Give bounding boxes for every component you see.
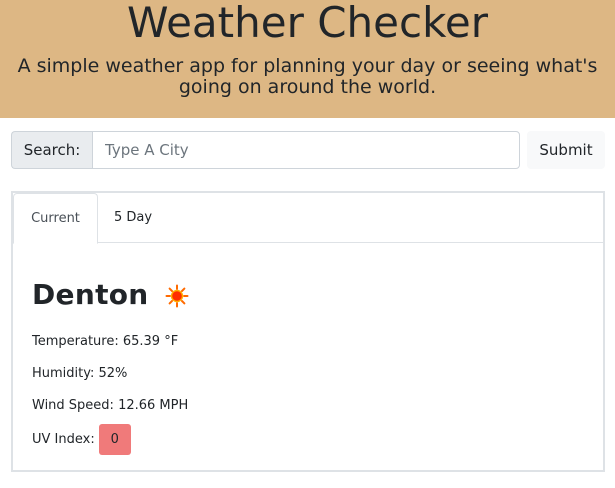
city-name: Denton [32,277,149,311]
uv-index-badge: 0 [98,423,131,455]
current-weather-heading: Denton [32,277,189,311]
app-header: Weather Checker A simple weather app for… [0,0,615,118]
temperature-text: Temperature: 65.39 °F [32,334,179,349]
submit-button[interactable]: Submit [527,131,605,169]
search-label: Search: [11,131,92,169]
humidity-text: Humidity: 52% [32,366,128,381]
weather-panel: Current 5 Day Denton Temperature: 65.39 … [11,191,605,472]
city-search-group: Search: [11,131,520,169]
page-subtitle: A simple weather app for planning your d… [17,55,598,98]
tab-current[interactable]: Current [13,193,98,244]
page-title: Weather Checker [127,0,488,47]
uv-index-row: UV Index: 0 [32,423,131,455]
city-search-input[interactable] [92,131,520,169]
uv-index-label: UV Index: [32,431,95,447]
tab-5-day[interactable]: 5 Day [98,193,168,244]
wind-speed-text: Wind Speed: 12.66 MPH [32,398,189,413]
forecast-tabs: Current 5 Day [13,193,603,244]
sun-icon [165,284,189,308]
